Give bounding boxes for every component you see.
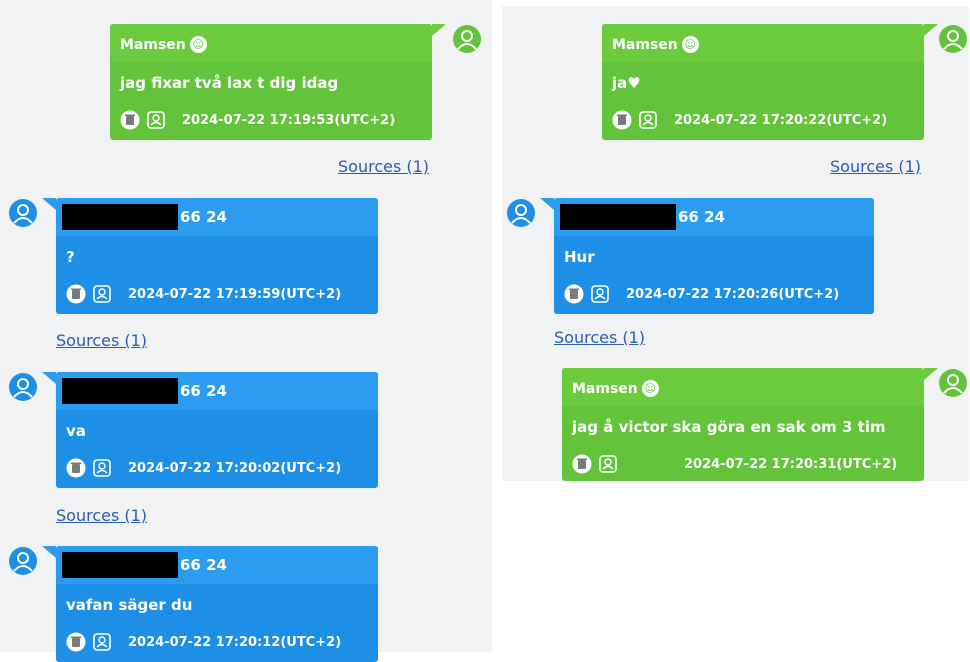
sender-label: Mamsen	[612, 36, 678, 53]
message-meta: 2024-07-22 17:20:26(UTC+2)	[564, 284, 839, 304]
message-text: ja♥	[612, 74, 641, 92]
contact-icon[interactable]	[92, 284, 112, 304]
sender-label: Mamsen	[572, 380, 638, 397]
sender-name: Mamsen ☺	[612, 36, 699, 53]
contact-icon[interactable]	[92, 632, 112, 652]
sources-link[interactable]: Sources (1)	[56, 331, 147, 350]
sender-name: Mamsen ☺	[572, 380, 659, 397]
message-bubble-incoming[interactable]: 66 24 ? 2024-07-22 17:19:59(UTC+2)	[56, 198, 378, 314]
sources-link[interactable]: Sources (1)	[554, 328, 645, 347]
message-header: Mamsen ☺	[110, 24, 432, 62]
bubble-tail	[924, 24, 938, 36]
message-text: va	[66, 422, 86, 440]
user-avatar-icon	[452, 24, 482, 54]
timestamp: 2024-07-22 17:20:22(UTC+2)	[674, 112, 888, 128]
trash-icon[interactable]	[564, 284, 584, 304]
bubble-tail	[42, 198, 56, 210]
timestamp: 2024-07-22 17:20:31(UTC+2)	[684, 456, 898, 472]
message-bubble-incoming[interactable]: 66 24 vafan säger du 2024-07-22 17:20:12…	[56, 546, 378, 662]
chat-panel-left: Mamsen ☺ jag fixar två lax t dig idag 20…	[0, 0, 492, 662]
trash-icon[interactable]	[612, 110, 632, 130]
message-text-value: ja	[612, 74, 628, 92]
sender-name: Mamsen ☺	[120, 36, 207, 53]
redacted-sender	[62, 552, 178, 578]
contact-icon[interactable]	[590, 284, 610, 304]
timestamp: 2024-07-22 17:19:59(UTC+2)	[128, 286, 342, 302]
emoji-icon: ☺	[641, 380, 659, 397]
message-meta: 2024-07-22 17:20:31(UTC+2)	[572, 454, 897, 474]
message-header: 66 24	[56, 198, 378, 236]
message-header: 66 24	[56, 372, 378, 410]
message-bubble-incoming[interactable]: 66 24 va 2024-07-22 17:20:02(UTC+2)	[56, 372, 378, 488]
redacted-sender	[560, 204, 676, 230]
sources-link[interactable]: Sources (1)	[338, 157, 429, 176]
bubble-tail	[42, 546, 56, 558]
sender-number: 66 24	[678, 208, 725, 226]
timestamp: 2024-07-22 17:20:02(UTC+2)	[128, 460, 342, 476]
bubble-tail	[540, 198, 554, 210]
redacted-sender	[62, 204, 178, 230]
trash-icon[interactable]	[66, 284, 86, 304]
emoji-icon: ☺	[189, 36, 207, 53]
user-avatar-icon	[938, 24, 968, 54]
message-header: 66 24	[554, 198, 874, 236]
message-bubble-outgoing[interactable]: Mamsen ☺ jag fixar två lax t dig idag 20…	[110, 24, 432, 140]
message-meta: 2024-07-22 17:20:22(UTC+2)	[612, 110, 887, 130]
trash-icon[interactable]	[120, 110, 140, 130]
trash-icon[interactable]	[572, 454, 592, 474]
heart-icon: ♥	[627, 74, 641, 92]
message-text: jag å victor ska göra en sak om 3 tim	[572, 418, 886, 436]
contact-icon[interactable]	[146, 110, 166, 130]
message-text: Hur	[564, 248, 595, 266]
message-meta: 2024-07-22 17:20:02(UTC+2)	[66, 458, 341, 478]
message-meta: 2024-07-22 17:19:59(UTC+2)	[66, 284, 341, 304]
timestamp: 2024-07-22 17:19:53(UTC+2)	[182, 112, 396, 128]
chat-panel-right: Mamsen ☺ ja♥ 2024-07-22 17:20:22(UTC+2) …	[502, 6, 969, 481]
bubble-tail	[42, 372, 56, 384]
contact-icon[interactable]	[638, 110, 658, 130]
sources-link[interactable]: Sources (1)	[56, 506, 147, 525]
sender-number: 66 24	[180, 208, 227, 226]
emoji-icon: ☺	[681, 36, 699, 53]
message-bubble-outgoing[interactable]: Mamsen ☺ jag å victor ska göra en sak om…	[562, 368, 924, 481]
redacted-sender	[62, 378, 178, 404]
message-text: ?	[66, 248, 75, 266]
user-avatar-icon	[8, 198, 38, 228]
user-avatar-icon	[8, 372, 38, 402]
message-bubble-incoming[interactable]: 66 24 Hur 2024-07-22 17:20:26(UTC+2)	[554, 198, 874, 314]
message-text: vafan säger du	[66, 596, 193, 614]
sender-number: 66 24	[180, 382, 227, 400]
trash-icon[interactable]	[66, 458, 86, 478]
timestamp: 2024-07-22 17:20:12(UTC+2)	[128, 634, 342, 650]
bubble-tail	[924, 368, 938, 380]
user-avatar-icon	[506, 198, 536, 228]
bubble-tail	[432, 24, 446, 36]
message-header: Mamsen ☺	[562, 368, 924, 406]
message-header: 66 24	[56, 546, 378, 584]
sender-label: Mamsen	[120, 36, 186, 53]
contact-icon[interactable]	[598, 454, 618, 474]
sender-number: 66 24	[180, 556, 227, 574]
message-meta: 2024-07-22 17:20:12(UTC+2)	[66, 632, 341, 652]
trash-icon[interactable]	[66, 632, 86, 652]
user-avatar-icon	[938, 368, 968, 398]
message-meta: 2024-07-22 17:19:53(UTC+2)	[120, 110, 395, 130]
contact-icon[interactable]	[92, 458, 112, 478]
message-header: Mamsen ☺	[602, 24, 924, 62]
message-text: jag fixar två lax t dig idag	[120, 74, 339, 92]
sources-link[interactable]: Sources (1)	[830, 157, 921, 176]
user-avatar-icon	[8, 546, 38, 576]
message-bubble-outgoing[interactable]: Mamsen ☺ ja♥ 2024-07-22 17:20:22(UTC+2)	[602, 24, 924, 140]
timestamp: 2024-07-22 17:20:26(UTC+2)	[626, 286, 840, 302]
